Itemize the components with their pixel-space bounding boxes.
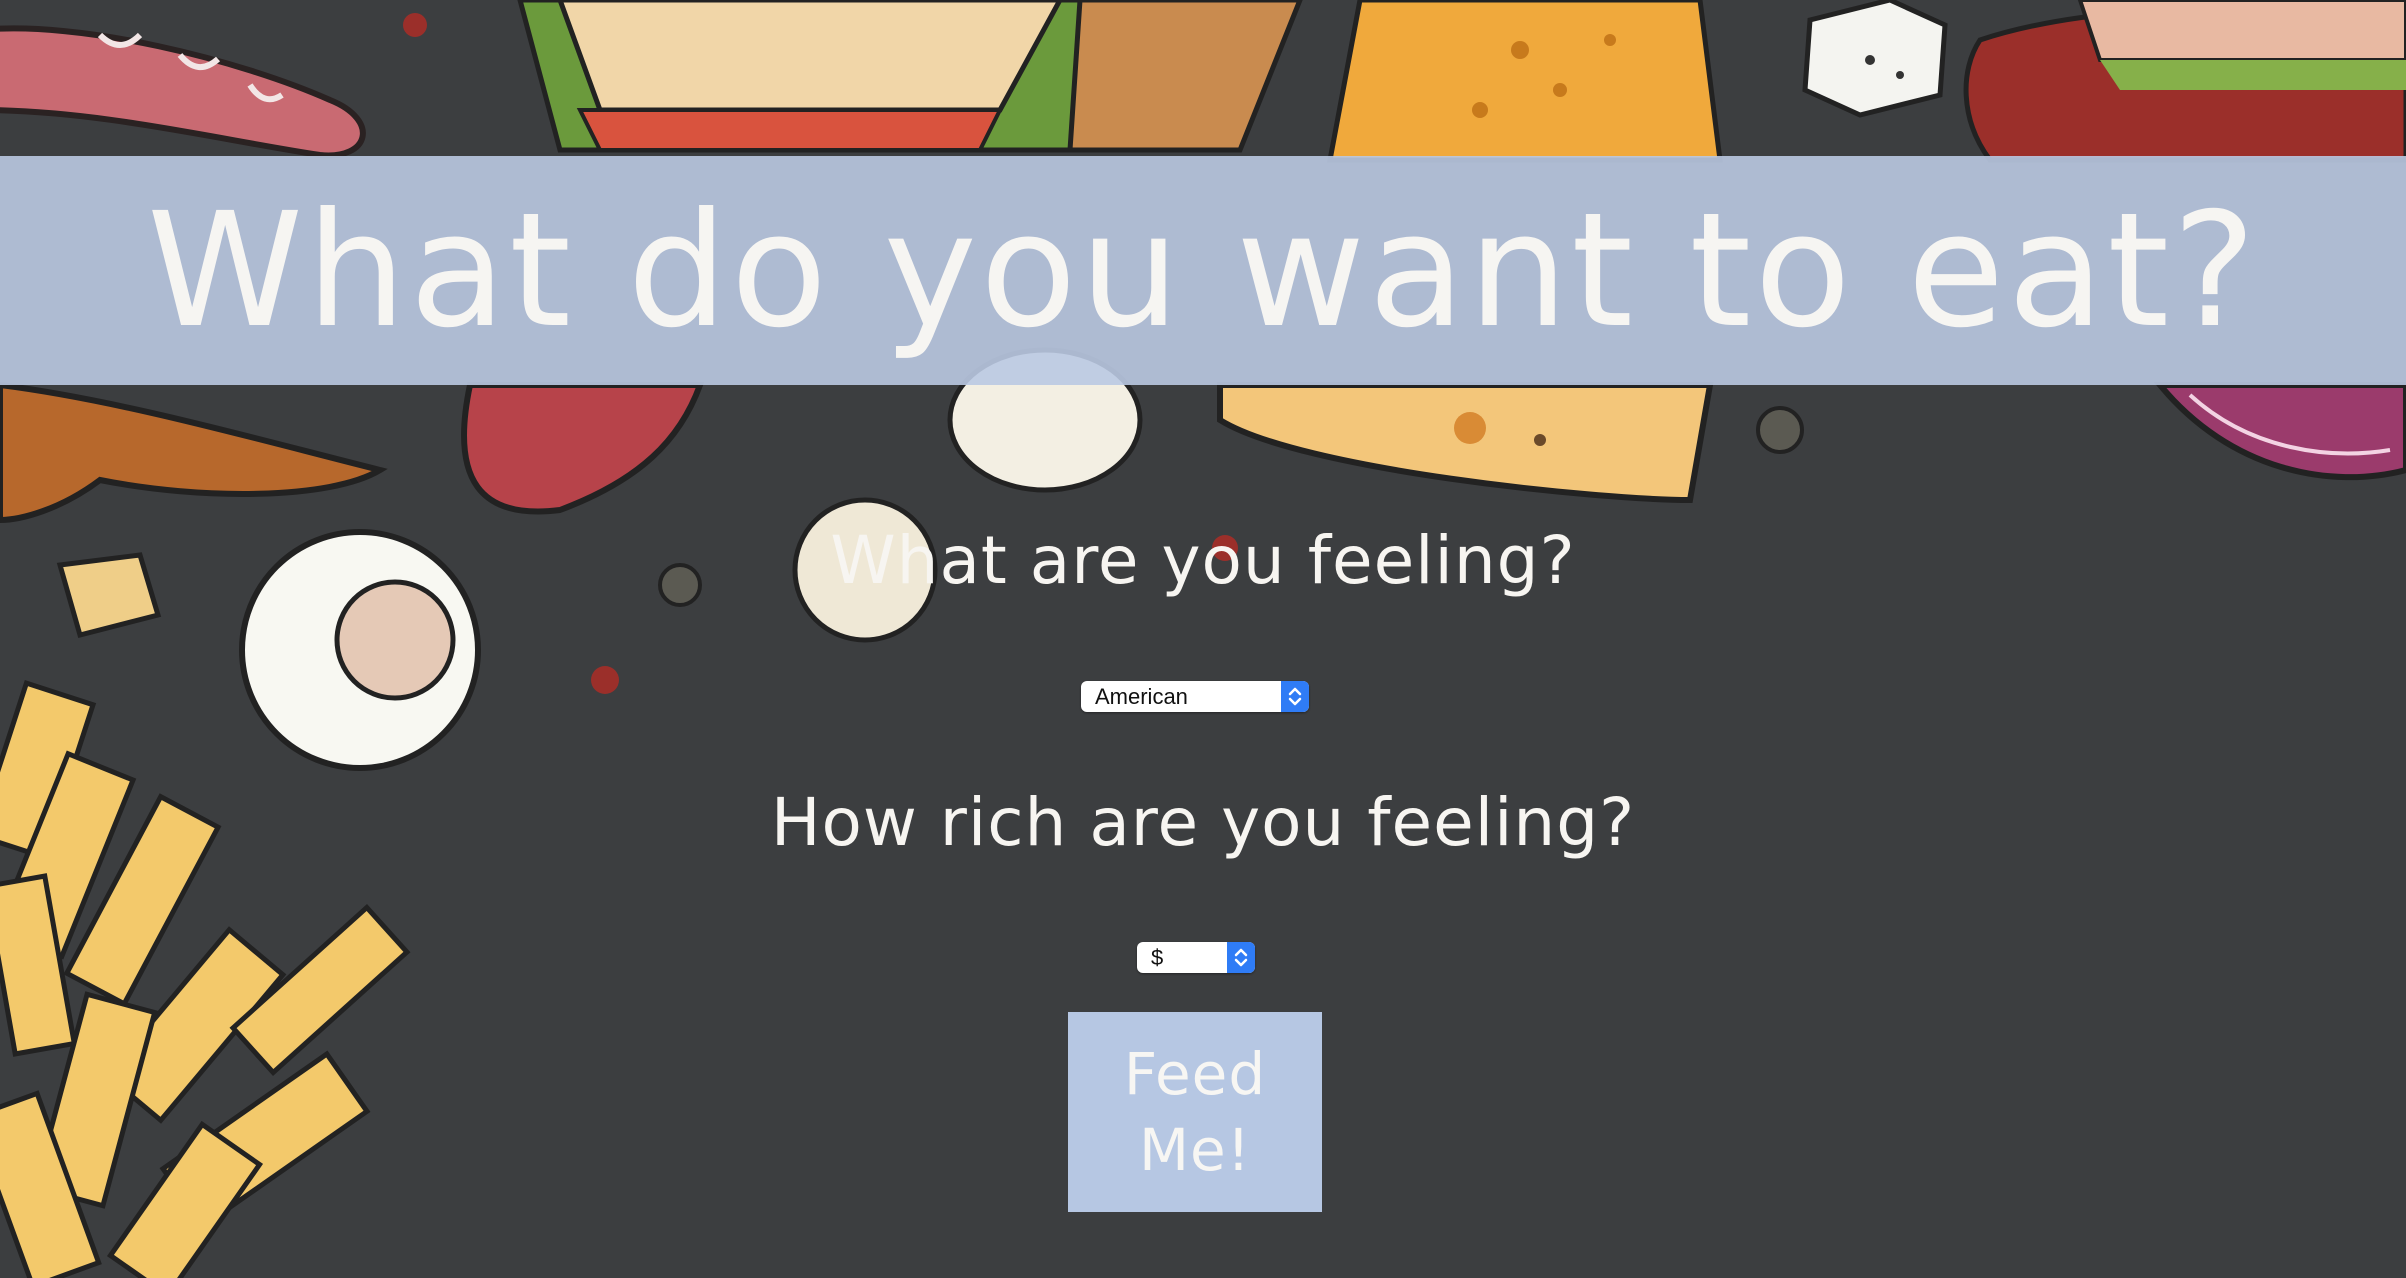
title-banner: What do you want to eat? [0, 156, 2406, 385]
burger-illustration [1963, 0, 2406, 163]
price-select[interactable]: $ [1137, 942, 1255, 973]
feta-cube-illustration [1802, 0, 1948, 118]
cuisine-select[interactable]: American [1081, 681, 1309, 712]
price-question: How rich are you feeling? [770, 784, 1636, 861]
cheese-illustration [1326, 0, 1723, 163]
up-down-chevron-icon [1281, 681, 1309, 712]
feed-me-button[interactable]: Feed Me! [1068, 1012, 1322, 1212]
price-select-value: $ [1151, 945, 1164, 970]
sandwich-illustration [517, 0, 1303, 153]
up-down-chevron-icon [1227, 942, 1255, 973]
cuisine-question: What are you feeling? [830, 522, 1576, 599]
cuisine-select-value: American [1095, 684, 1188, 709]
page-title: What do you want to eat? [146, 178, 2260, 363]
